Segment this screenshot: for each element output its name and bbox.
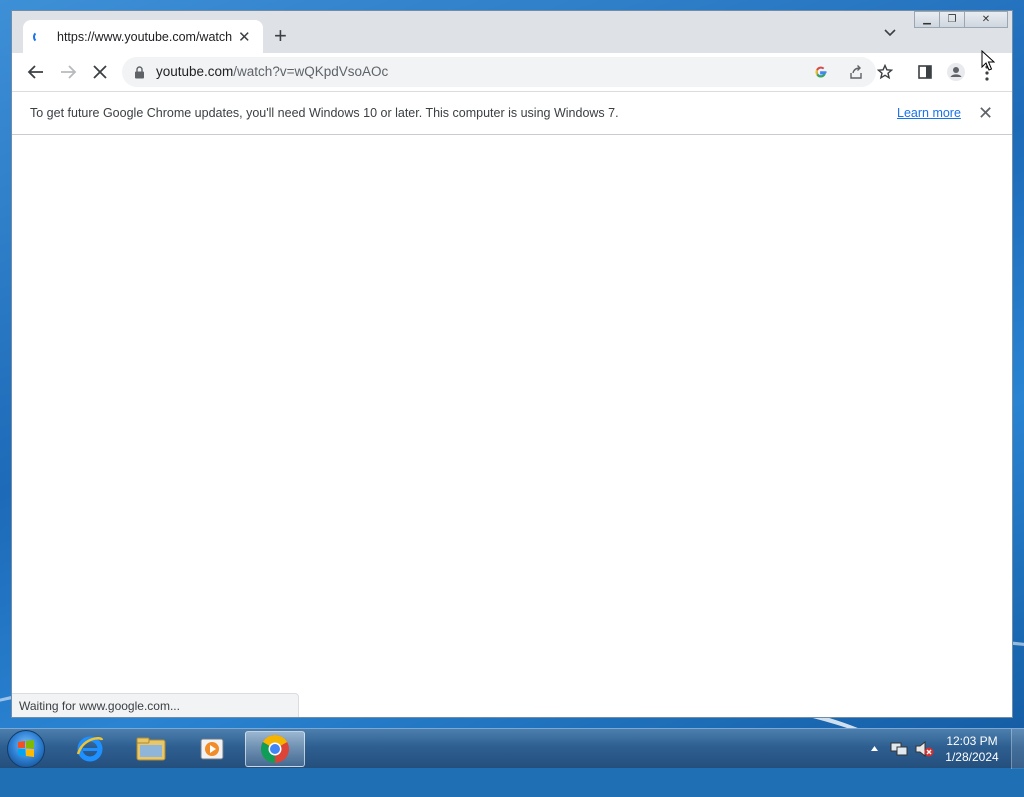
tab-search-chevron-icon[interactable]	[884, 27, 896, 39]
start-button[interactable]	[7, 730, 45, 768]
taskbar-internet-explorer[interactable]	[62, 731, 118, 767]
maximize-button[interactable]: ❐	[939, 11, 965, 28]
window-controls: ▁ ❐ ✕	[914, 11, 1008, 29]
share-icon[interactable]	[848, 64, 864, 80]
show-hidden-icons-icon[interactable]	[870, 744, 879, 753]
stop-x-icon	[93, 65, 107, 79]
url-text[interactable]: youtube.com/watch?v=wQKpdVsoAOc	[156, 64, 388, 79]
chrome-window: https://www.youtube.com/watch ✕ + ▁ ❐ ✕	[11, 10, 1013, 718]
lock-icon[interactable]	[134, 66, 145, 79]
clock-time: 12:03 PM	[946, 734, 998, 748]
url-path: /watch?v=wQKpdVsoAOc	[233, 64, 389, 79]
infobar-close-icon[interactable]: ✕	[978, 103, 993, 124]
bookmark-star-icon[interactable]	[877, 64, 893, 80]
learn-more-link[interactable]: Learn more	[897, 106, 961, 120]
side-panel-icon[interactable]	[917, 64, 933, 80]
internet-explorer-icon	[76, 736, 104, 762]
tab-close-icon[interactable]: ✕	[238, 28, 251, 46]
loading-spinner-icon	[33, 30, 45, 43]
page-content[interactable]	[12, 135, 1012, 717]
network-icon[interactable]	[890, 740, 908, 758]
toolbar: youtube.com/watch?v=wQKpdVsoAOc	[12, 53, 1012, 91]
windows-logo-icon	[18, 740, 34, 757]
update-infobar: To get future Google Chrome updates, you…	[12, 91, 1012, 135]
mouse-cursor-icon	[981, 50, 995, 71]
minimize-button[interactable]: ▁	[914, 11, 940, 28]
google-lens-icon[interactable]	[814, 65, 828, 79]
taskbar-google-chrome[interactable]	[245, 731, 305, 767]
back-button[interactable]	[26, 62, 46, 82]
system-clock[interactable]: 12:03 PM 1/28/2024	[936, 733, 1008, 765]
new-tab-button[interactable]: +	[274, 25, 287, 47]
stop-button[interactable]	[90, 62, 110, 82]
folder-icon	[136, 737, 166, 761]
taskbar: 12:03 PM 1/28/2024	[0, 728, 1024, 769]
volume-muted-icon[interactable]	[914, 740, 934, 758]
forward-button[interactable]	[58, 62, 78, 82]
tab-title: https://www.youtube.com/watch	[57, 29, 232, 44]
infobar-message: To get future Google Chrome updates, you…	[30, 106, 619, 120]
tab-youtube[interactable]: https://www.youtube.com/watch ✕	[23, 20, 263, 53]
status-bubble: Waiting for www.google.com...	[12, 693, 299, 717]
clock-date: 1/28/2024	[945, 750, 999, 764]
tab-strip: https://www.youtube.com/watch ✕ + ▁ ❐ ✕	[12, 11, 1012, 53]
chrome-icon	[261, 735, 289, 763]
back-arrow-icon	[27, 65, 43, 79]
url-host: youtube.com	[156, 64, 234, 79]
show-desktop-button[interactable]	[1011, 729, 1024, 769]
profile-avatar-icon[interactable]	[946, 62, 966, 82]
forward-arrow-icon	[61, 65, 77, 79]
close-window-button[interactable]: ✕	[964, 11, 1008, 28]
address-bar[interactable]: youtube.com/watch?v=wQKpdVsoAOc	[122, 57, 876, 87]
taskbar-media-player[interactable]	[184, 731, 240, 767]
media-player-icon	[200, 738, 224, 760]
taskbar-windows-explorer[interactable]	[123, 731, 179, 767]
